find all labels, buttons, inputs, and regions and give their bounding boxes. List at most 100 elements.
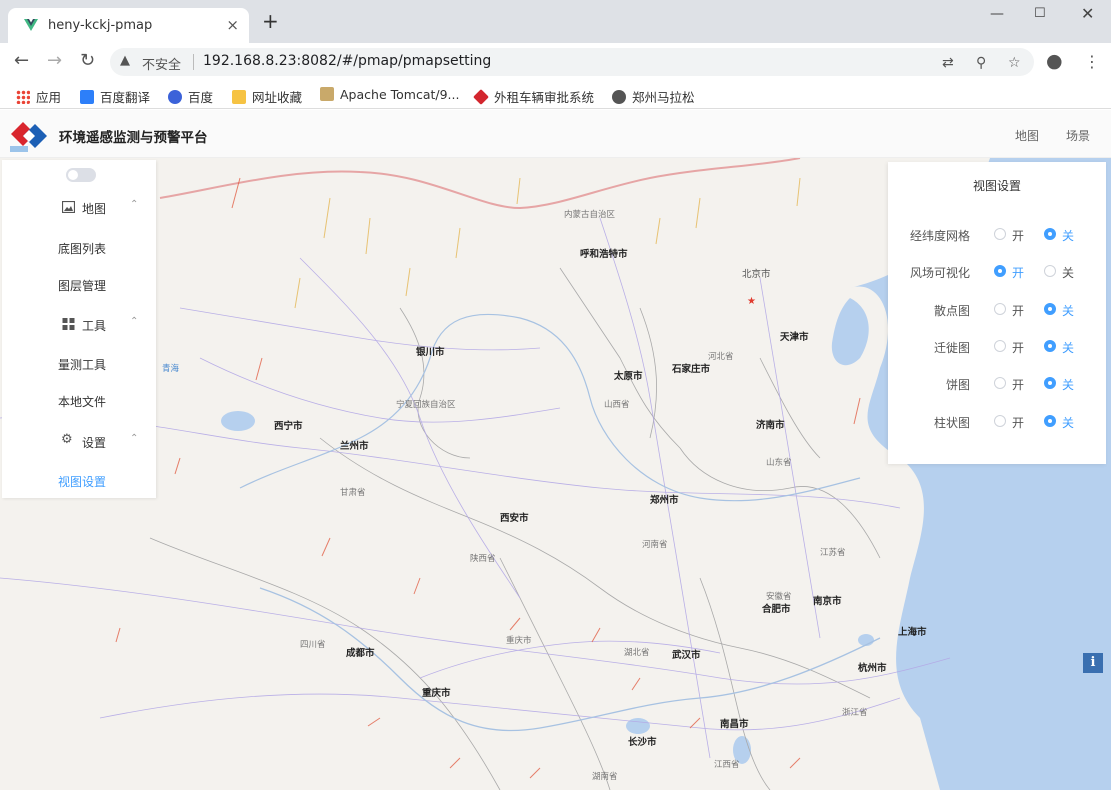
maximize-icon[interactable]: ☐ bbox=[1034, 6, 1046, 21]
radio-off-label[interactable]: 关 bbox=[1062, 264, 1074, 281]
province-label: 青海 bbox=[162, 364, 180, 374]
radio-off-label[interactable]: 关 bbox=[1062, 302, 1074, 319]
radio-off[interactable] bbox=[1044, 303, 1056, 315]
zoom-icon[interactable]: ⚲ bbox=[976, 55, 986, 71]
province-label: 河南省 bbox=[642, 540, 668, 550]
reload-icon[interactable]: ↻ bbox=[80, 51, 95, 71]
city-label: 银川市 bbox=[416, 347, 445, 358]
setting-row-pie: 饼图 开 关 bbox=[888, 374, 1106, 394]
radio-on-label[interactable]: 开 bbox=[1012, 414, 1024, 431]
account-icon[interactable]: ● bbox=[1046, 50, 1063, 72]
radio-off-label[interactable]: 关 bbox=[1062, 414, 1074, 431]
setting-row-wind: 风场可视化 开 关 bbox=[888, 262, 1106, 282]
info-button[interactable]: i bbox=[1083, 653, 1103, 673]
radio-off[interactable] bbox=[1044, 228, 1056, 240]
setting-label: 柱状图 bbox=[933, 416, 970, 430]
star-icon[interactable]: ☆ bbox=[1008, 55, 1021, 71]
city-label: 济南市 bbox=[756, 420, 785, 431]
province-label: 四川省 bbox=[300, 640, 326, 650]
map-type-scene-button[interactable]: 场景 bbox=[1066, 127, 1090, 144]
back-arrow-icon[interactable]: ← bbox=[14, 51, 29, 71]
sidebar-collapse-toggle[interactable] bbox=[66, 168, 96, 182]
address-bar[interactable]: ▲ 不安全 192.168.8.23:8082/#/pmap/pmapsetti… bbox=[110, 48, 1034, 76]
radio-off[interactable] bbox=[1044, 377, 1056, 389]
city-label: 成都市 bbox=[346, 648, 375, 659]
radio-on[interactable] bbox=[994, 340, 1006, 352]
sidebar-item-view-settings[interactable]: 视图设置 bbox=[58, 473, 106, 490]
radio-off[interactable] bbox=[1044, 415, 1056, 427]
bookmark-folder[interactable]: 网址收藏 bbox=[232, 87, 302, 106]
url-text[interactable]: 192.168.8.23:8082/#/pmap/pmapsetting bbox=[203, 53, 491, 69]
browser-tab[interactable]: heny-kckj-pmap × bbox=[8, 8, 249, 43]
radio-on[interactable] bbox=[994, 415, 1006, 427]
setting-row-scatter: 散点图 开 关 bbox=[888, 300, 1106, 320]
setting-label: 饼图 bbox=[945, 378, 970, 392]
sidebar-group-settings[interactable]: ⚙ 设置 ⌃ bbox=[2, 430, 156, 454]
province-label: 山西省 bbox=[604, 400, 630, 410]
bookmark-apps[interactable]: 应用 bbox=[16, 87, 61, 106]
image-icon bbox=[62, 201, 75, 213]
warning-icon[interactable]: ▲ bbox=[120, 53, 130, 68]
sidebar-item-basemap-list[interactable]: 底图列表 bbox=[58, 240, 106, 257]
bookmark-marathon[interactable]: 郑州马拉松 bbox=[612, 87, 695, 106]
radio-off[interactable] bbox=[1044, 265, 1056, 277]
yellow-river bbox=[239, 313, 861, 502]
radio-on-label[interactable]: 开 bbox=[1012, 264, 1024, 281]
setting-row-migration: 迁徙图 开 关 bbox=[888, 337, 1106, 357]
radio-on[interactable] bbox=[994, 228, 1006, 240]
radio-on-label[interactable]: 开 bbox=[1012, 376, 1024, 393]
city-label: 郑州市 bbox=[650, 495, 679, 506]
sidebar: 地图 ⌃ 底图列表 图层管理 工具 ⌃ 量测工具 本地文件 ⚙ 设置 ⌃ 视图设… bbox=[2, 160, 156, 498]
radio-on[interactable] bbox=[994, 265, 1006, 277]
radio-on-label[interactable]: 开 bbox=[1012, 339, 1024, 356]
sidebar-item-measure-tool[interactable]: 量测工具 bbox=[58, 356, 106, 373]
province-label: 甘肃省 bbox=[340, 488, 366, 498]
city-label: 兰州市 bbox=[340, 441, 369, 452]
sidebar-item-local-file[interactable]: 本地文件 bbox=[58, 393, 106, 410]
platform-logo-icon bbox=[10, 122, 47, 152]
city-label: 杭州市 bbox=[858, 663, 887, 674]
apps-grid-icon bbox=[16, 90, 30, 104]
map-type-map-button[interactable]: 地图 bbox=[1015, 127, 1039, 144]
forward-arrow-icon[interactable]: → bbox=[47, 51, 62, 71]
radio-on-label[interactable]: 开 bbox=[1012, 227, 1024, 244]
radio-off-label[interactable]: 关 bbox=[1062, 339, 1074, 356]
radio-on[interactable] bbox=[994, 303, 1006, 315]
diamond-logo-icon bbox=[473, 89, 489, 105]
group-label: 工具 bbox=[82, 319, 107, 333]
radio-off-label[interactable]: 关 bbox=[1062, 227, 1074, 244]
panel-title: 视图设置 bbox=[972, 179, 1021, 193]
bookmark-car-approval[interactable]: 外租车辆审批系统 bbox=[473, 87, 594, 106]
city-label: 南昌市 bbox=[720, 719, 749, 730]
menu-icon[interactable]: ⋮ bbox=[1084, 52, 1100, 71]
new-tab-button[interactable]: + bbox=[262, 11, 279, 31]
insecure-label[interactable]: 不安全 bbox=[142, 54, 181, 73]
app-title: 环境遥感监测与预警平台 bbox=[59, 130, 208, 146]
view-settings-panel: 视图设置 经纬度网格 开 关 风场可视化 开 关 散点图 开 关 迁徙图 开 关… bbox=[888, 162, 1106, 464]
province-label: 陕西省 bbox=[470, 554, 496, 564]
sidebar-group-tools[interactable]: 工具 ⌃ bbox=[2, 313, 156, 337]
bookmark-baidu[interactable]: 百度 bbox=[168, 87, 213, 106]
baidu-paw-icon bbox=[168, 90, 182, 104]
province-label: 重庆市 bbox=[506, 636, 532, 646]
window-close-icon[interactable]: ✕ bbox=[1081, 4, 1094, 23]
sidebar-item-layer-management[interactable]: 图层管理 bbox=[58, 277, 106, 294]
tab-bar: heny-kckj-pmap × + — ☐ ✕ bbox=[0, 0, 1111, 43]
minimize-icon[interactable]: — bbox=[990, 6, 1004, 22]
radio-on-label[interactable]: 开 bbox=[1012, 302, 1024, 319]
translate-icon[interactable]: ⇄ bbox=[942, 55, 954, 71]
radio-on[interactable] bbox=[994, 377, 1006, 389]
group-label: 设置 bbox=[82, 436, 107, 450]
radio-off[interactable] bbox=[1044, 340, 1056, 352]
close-tab-icon[interactable]: × bbox=[226, 16, 239, 34]
city-label: 太原市 bbox=[614, 371, 643, 382]
city-label: 呼和浩特市 bbox=[580, 249, 628, 260]
gear-icon: ⚙ bbox=[61, 432, 73, 447]
bookmark-tomcat[interactable]: Apache Tomcat/9... bbox=[320, 87, 459, 102]
sidebar-group-map[interactable]: 地图 ⌃ bbox=[2, 196, 156, 220]
radio-off-label[interactable]: 关 bbox=[1062, 376, 1074, 393]
bookmarks-bar: 应用 百度翻译 百度 网址收藏 Apache Tomcat/9... 外租车辆审… bbox=[0, 81, 1111, 109]
bookmark-baidu-translate[interactable]: 百度翻译 bbox=[80, 87, 150, 106]
city-label: 西安市 bbox=[500, 513, 529, 524]
province-label: 浙江省 bbox=[842, 708, 868, 718]
